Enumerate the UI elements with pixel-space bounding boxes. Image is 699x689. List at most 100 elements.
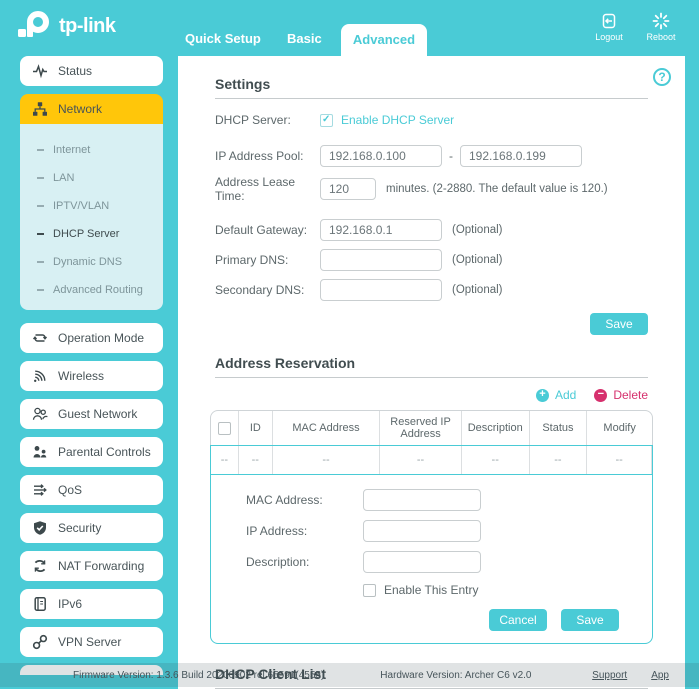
enable-entry-checkbox[interactable] — [363, 583, 376, 597]
lease-time-label: Address Lease Time: — [215, 175, 296, 203]
help-icon[interactable]: ? — [653, 68, 671, 86]
logout-label: Logout — [595, 32, 623, 42]
enable-dhcp-checkbox[interactable] — [320, 113, 333, 127]
mac-address-input[interactable] — [363, 489, 481, 511]
firmware-version: Firmware Version: 1.3.6 Build 20200902 r… — [73, 670, 324, 681]
hardware-version: Hardware Version: Archer C6 v2.0 — [380, 670, 531, 681]
logout-button[interactable]: Logout — [589, 12, 629, 42]
settings-title: Settings — [215, 76, 271, 92]
lease-time-hint: minutes. (2-2880. The default value is 1… — [386, 183, 608, 195]
table-cell: -- — [462, 446, 530, 474]
lease-time-row: Address Lease Time: minutes. (2-2880. Th… — [215, 175, 648, 203]
column-header-id: ID — [239, 411, 273, 445]
form-buttons: Cancel Save — [211, 609, 652, 631]
logout-icon — [602, 13, 616, 29]
submenu-item-label: IPTV/VLAN — [53, 200, 110, 212]
sidebar-item-guest-network[interactable]: Guest Network — [20, 399, 163, 429]
ip-pool-separator: - — [449, 149, 453, 163]
table-cell: -- — [530, 446, 588, 474]
tab-basic[interactable]: Basic — [287, 31, 322, 46]
submenu-item-lan[interactable]: LAN — [20, 164, 163, 192]
dash-bullet — [37, 289, 44, 291]
shield-check-icon — [34, 521, 46, 535]
dash-bullet — [37, 205, 44, 207]
submenu-item-label: Internet — [53, 144, 91, 156]
sidebar-item-network[interactable]: Network — [20, 94, 163, 124]
primary-dns-label: Primary DNS: — [215, 253, 289, 267]
tab-quick-setup[interactable]: Quick Setup — [185, 31, 261, 46]
submenu-item-label: DHCP Server — [53, 228, 120, 240]
tab-advanced[interactable]: Advanced — [341, 24, 427, 56]
mac-address-label: MAC Address: — [246, 493, 323, 507]
ip-pool-row: IP Address Pool: - — [215, 145, 648, 167]
column-header-mac: MAC Address — [273, 411, 381, 445]
select-all-checkbox[interactable] — [217, 421, 231, 435]
address-reservation-title: Address Reservation — [215, 355, 356, 371]
enable-dhcp-label: Enable DHCP Server — [341, 113, 455, 127]
dash-bullet — [37, 177, 44, 179]
sidebar-item-qos[interactable]: QoS — [20, 475, 163, 505]
sidebar: Status Network Internet LAN IPTV/VLAN DH… — [0, 56, 178, 689]
add-button[interactable]: Add — [535, 388, 577, 402]
sidebar-item-operation-mode[interactable]: Operation Mode — [20, 323, 163, 353]
logo-text: tp-link — [59, 14, 116, 37]
tplink-logo: tp-link — [14, 9, 116, 43]
sidebar-item-security[interactable]: Security — [20, 513, 163, 543]
network-submenu: Internet LAN IPTV/VLAN DHCP Server Dynam… — [20, 124, 163, 310]
table-cell: -- — [211, 446, 239, 474]
table-actions: Add Delete — [215, 388, 648, 402]
save-entry-button[interactable]: Save — [561, 609, 619, 631]
column-header-reserved-ip: Reserved IP Address — [380, 411, 462, 445]
sidebar-item-vpn-server[interactable]: VPN Server — [20, 627, 163, 657]
submenu-item-dhcp-server[interactable]: DHCP Server — [20, 220, 163, 248]
sidebar-item-label: IPv6 — [58, 597, 83, 611]
sidebar-item-parental-controls[interactable]: Parental Controls — [20, 437, 163, 467]
footer: Firmware Version: 1.3.6 Build 20200902 r… — [0, 663, 699, 687]
table-cell: -- — [587, 446, 652, 474]
submenu-item-dynamic-dns[interactable]: Dynamic DNS — [20, 248, 163, 276]
secondary-dns-label: Secondary DNS: — [215, 283, 305, 297]
document-icon — [34, 597, 46, 611]
support-link[interactable]: Support — [592, 670, 627, 681]
main-content: ? Settings DHCP Server: Enable DHCP Serv… — [178, 56, 685, 689]
secondary-dns-row: Secondary DNS: (Optional) — [215, 279, 648, 301]
save-settings-button[interactable]: Save — [590, 313, 648, 335]
dash-bullet — [37, 261, 44, 263]
sidebar-item-wireless[interactable]: Wireless — [20, 361, 163, 391]
dhcp-server-row: DHCP Server: Enable DHCP Server — [215, 113, 648, 127]
cancel-button[interactable]: Cancel — [489, 609, 547, 631]
description-row: Description: — [211, 551, 652, 573]
pulse-icon — [33, 64, 47, 79]
sidebar-item-label: Parental Controls — [58, 445, 151, 459]
default-gateway-input[interactable] — [320, 219, 442, 241]
app-link[interactable]: App — [651, 670, 669, 681]
add-label: Add — [554, 388, 577, 402]
loop-arrows-icon — [32, 334, 48, 342]
divider — [215, 377, 648, 378]
submenu-item-iptv-vlan[interactable]: IPTV/VLAN — [20, 192, 163, 220]
submenu-item-internet[interactable]: Internet — [20, 136, 163, 164]
primary-dns-input[interactable] — [320, 249, 442, 271]
description-input[interactable] — [363, 551, 481, 573]
sidebar-item-label: Guest Network — [58, 407, 138, 421]
refresh-icon — [34, 560, 46, 572]
dhcp-server-label: DHCP Server: — [215, 113, 291, 127]
secondary-dns-input[interactable] — [320, 279, 442, 301]
column-header-status: Status — [530, 411, 588, 445]
lease-time-input[interactable] — [320, 178, 376, 200]
sidebar-item-ipv6[interactable]: IPv6 — [20, 589, 163, 619]
page: tp-link Quick Setup Basic Advanced Logou… — [0, 0, 699, 689]
settings-save-row: Save — [215, 313, 648, 335]
ip-address-input[interactable] — [363, 520, 481, 542]
submenu-item-advanced-routing[interactable]: Advanced Routing — [20, 276, 163, 304]
sidebar-item-status[interactable]: Status — [20, 56, 163, 86]
ip-pool-end-input[interactable] — [460, 145, 582, 167]
reboot-button[interactable]: Reboot — [641, 12, 681, 42]
network-tree-icon — [33, 102, 47, 116]
table-cell: -- — [273, 446, 381, 474]
delete-button[interactable]: Delete — [594, 388, 648, 402]
sidebar-item-nat-forwarding[interactable]: NAT Forwarding — [20, 551, 163, 581]
enable-entry-row: Enable This Entry — [363, 583, 652, 597]
submenu-item-label: Advanced Routing — [53, 284, 143, 296]
ip-pool-start-input[interactable] — [320, 145, 442, 167]
